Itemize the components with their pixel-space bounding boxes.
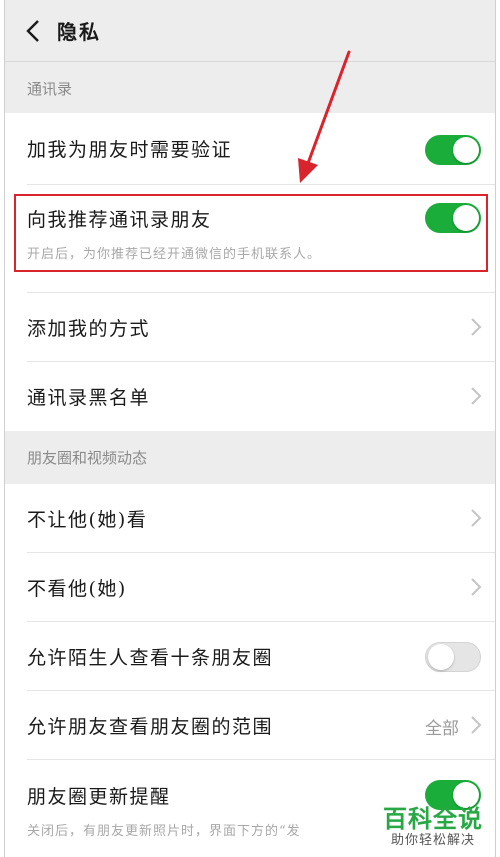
privacy-settings-screen: 隐私 通讯录 加我为朋友时需要验证 向我推荐通讯录朋友 开启后，为你推荐已经开通…	[4, 0, 496, 857]
watermark-title: 百科全说	[383, 805, 483, 833]
row-verify-friend[interactable]: 加我为朋友时需要验证	[5, 113, 495, 185]
row-stranger-ten-posts[interactable]: 允许陌生人查看十条朋友圈	[5, 622, 495, 691]
section-header-moments: 朋友圈和视频动态	[5, 431, 495, 484]
page-title: 隐私	[57, 20, 101, 44]
chevron-right-icon	[471, 387, 482, 405]
row-recommend-contacts[interactable]: 向我推荐通讯录朋友 开启后，为你推荐已经开通微信的手机联系人。	[5, 185, 495, 293]
row-hide-their-moments[interactable]: 不看他(她)	[5, 553, 495, 622]
verify-friend-toggle[interactable]	[425, 135, 481, 165]
row-add-methods[interactable]: 添加我的方式	[5, 293, 495, 362]
watermark-subtitle: 助你轻松解决	[390, 833, 475, 848]
recommend-contacts-toggle[interactable]	[425, 203, 481, 233]
navigation-bar: 隐私	[5, 0, 495, 62]
row-label: 加我为朋友时需要验证	[27, 139, 233, 161]
row-label: 通讯录黑名单	[27, 387, 151, 409]
row-description: 关闭后，有朋友更新照片时，界面下方的“发	[27, 824, 301, 839]
row-hide-my-moments[interactable]: 不让他(她)看	[5, 484, 495, 553]
row-blacklist[interactable]: 通讯录黑名单	[5, 362, 495, 431]
chevron-right-icon	[471, 318, 482, 336]
chevron-right-icon	[471, 716, 482, 734]
row-label: 不让他(她)看	[27, 509, 148, 531]
row-label: 朋友圈更新提醒	[27, 786, 171, 808]
chevron-right-icon	[471, 578, 482, 596]
row-description: 开启后，为你推荐已经开通微信的手机联系人。	[27, 247, 322, 262]
section-header-contacts: 通讯录	[5, 63, 495, 113]
toggle-knob	[453, 137, 479, 163]
row-label: 允许陌生人查看十条朋友圈	[27, 647, 274, 669]
row-moments-range[interactable]: 允许朋友查看朋友圈的范围 全部	[5, 691, 495, 760]
row-label: 向我推荐通讯录朋友	[27, 209, 212, 231]
row-label: 添加我的方式	[27, 318, 151, 340]
moments-range-value: 全部	[425, 719, 459, 739]
toggle-knob	[453, 205, 479, 231]
row-label: 不看他(她)	[27, 578, 127, 600]
chevron-right-icon	[471, 509, 482, 527]
back-arrow-icon[interactable]	[13, 0, 53, 62]
toggle-knob	[428, 644, 454, 670]
stranger-ten-posts-toggle[interactable]	[425, 642, 481, 672]
row-label: 允许朋友查看朋友圈的范围	[27, 716, 274, 738]
watermark: 百科全说 助你轻松解决	[374, 805, 492, 849]
